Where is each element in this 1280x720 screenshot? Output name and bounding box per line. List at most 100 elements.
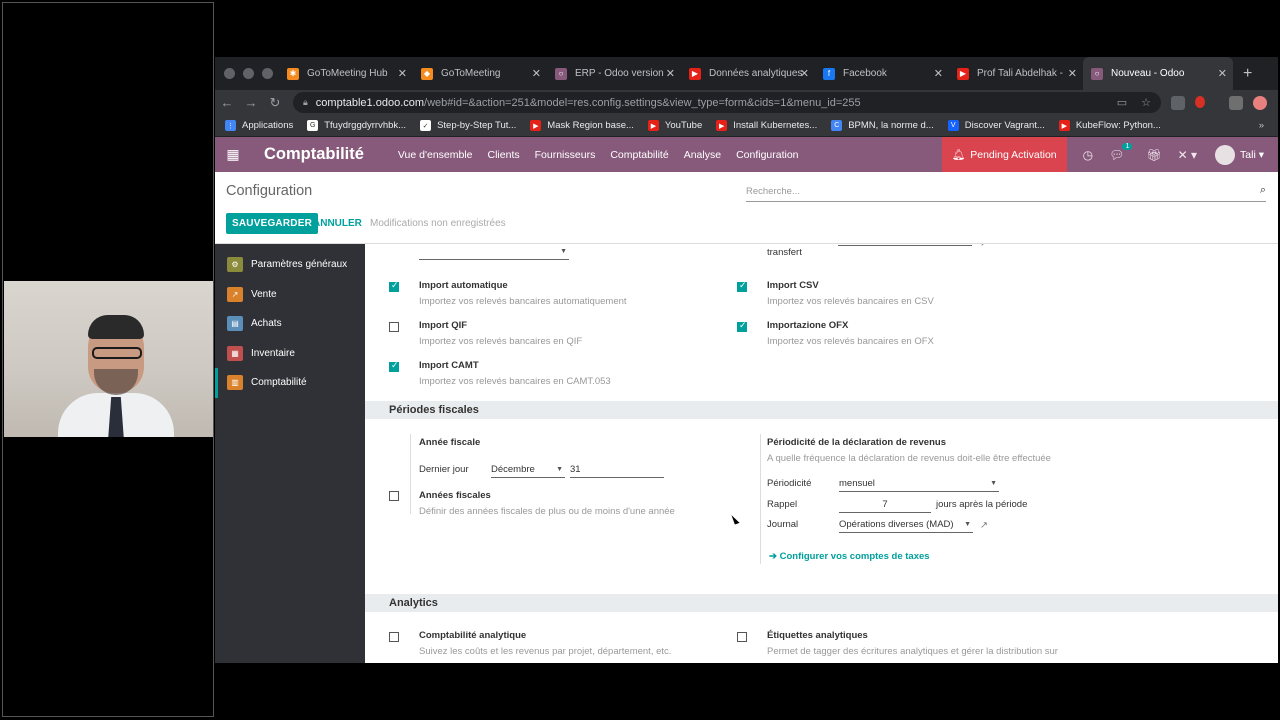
periodicity-select[interactable]: mensuel ▼ bbox=[839, 478, 999, 492]
sidebar-item[interactable]: ↗ Vente bbox=[215, 280, 365, 310]
bookmark-item[interactable]: ▶ Mask Region base... bbox=[530, 120, 634, 131]
partial-select[interactable]: ▼ bbox=[419, 246, 569, 260]
close-tab-icon[interactable]: ✕ bbox=[1068, 67, 1077, 80]
back-icon[interactable]: ← bbox=[215, 95, 239, 110]
browser-window: ✱ GoToMeeting Hub ✕ ◆ GoToMeeting ✕ ○ ERP - Odo… bbox=[215, 57, 1278, 663]
new-tab-button[interactable]: + bbox=[1243, 65, 1252, 83]
sidebar-item[interactable]: ⚙ Paramètres généraux bbox=[215, 250, 365, 280]
close-tab-icon[interactable]: ✕ bbox=[398, 67, 407, 80]
cast-icon[interactable]: ▭ bbox=[1117, 96, 1127, 109]
bookmark-item[interactable]: ✓ Step-by-Step Tut... bbox=[420, 120, 516, 131]
tab-label: Prof Tali Abdelhak - bbox=[977, 68, 1063, 79]
analytic-tags-checkbox[interactable] bbox=[737, 632, 747, 642]
url-bar[interactable]: 🔒︎ comptable1.odoo.com/web#id=&action=25… bbox=[293, 92, 1161, 113]
browser-tab[interactable]: ▶ Prof Tali Abdelhak - ✕ bbox=[949, 57, 1083, 90]
external-link-icon[interactable]: ↗ bbox=[980, 244, 988, 249]
unsaved-status: Modifications non enregistrées bbox=[370, 218, 506, 229]
chat-icon[interactable]: 💬︎ 1 bbox=[1109, 142, 1133, 162]
import-ofx-checkbox[interactable] bbox=[737, 320, 747, 332]
close-tab-icon[interactable]: ✕ bbox=[934, 67, 943, 80]
settings-content: ▼ transfert ↗ Import automatique Importez… bbox=[365, 244, 1278, 663]
bookmark-item[interactable]: ▶ KubeFlow: Python... bbox=[1058, 120, 1161, 131]
close-tab-icon[interactable]: ✕ bbox=[532, 67, 541, 80]
browser-tab[interactable]: ✱ GoToMeeting Hub ✕ bbox=[279, 57, 413, 90]
user-menu[interactable]: Tali ▾ bbox=[1240, 149, 1264, 161]
top-menu-item[interactable]: Fournisseurs bbox=[535, 149, 596, 161]
fiscal-years-checkbox[interactable] bbox=[389, 491, 399, 501]
extension-icon[interactable] bbox=[1171, 95, 1185, 110]
gift-icon[interactable]: 🎁︎ bbox=[1146, 148, 1161, 162]
browser-tab[interactable]: ○ ERP - Odoo version ✕ bbox=[547, 57, 681, 90]
tab-favicon-icon: ○ bbox=[555, 67, 567, 80]
browser-tab[interactable]: ○ Nouveau - Odoo ✕ bbox=[1083, 57, 1233, 90]
tab-label: ERP - Odoo version bbox=[575, 68, 664, 79]
sidebar-item[interactable]: ▤ Achats bbox=[215, 309, 365, 339]
extension-icon[interactable] bbox=[1195, 95, 1205, 108]
sidebar-item[interactable]: ▥ Comptabilité bbox=[215, 368, 365, 398]
close-tab-icon[interactable]: ✕ bbox=[800, 67, 809, 80]
pending-activation-button[interactable]: 🔔︎ Pending Activation bbox=[941, 137, 1067, 172]
tab-favicon-icon: ✱ bbox=[287, 67, 299, 80]
bookmark-item[interactable]: C BPMN, la norme d... bbox=[831, 120, 934, 131]
app-icon: ▥ bbox=[227, 375, 243, 391]
cancel-button[interactable]: ANNULER bbox=[313, 218, 362, 229]
top-menu-item[interactable]: Clients bbox=[488, 149, 520, 161]
top-menu-item[interactable]: Configuration bbox=[736, 149, 798, 161]
import-auto-checkbox[interactable] bbox=[389, 280, 399, 292]
bell-icon: 🔔︎ bbox=[951, 149, 966, 161]
fiscal-years-label: Années fiscales bbox=[419, 490, 491, 501]
analytic-tags-desc: Permet de tagger des écritures analytiqu… bbox=[767, 646, 1058, 657]
reload-icon[interactable]: ↻ bbox=[263, 95, 287, 111]
top-menu-item[interactable]: Vue d'ensemble bbox=[398, 149, 473, 161]
journal-select[interactable]: Opérations diverses (MAD) ▼ bbox=[839, 519, 973, 533]
browser-tab[interactable]: ▶ Données analytiques ✕ bbox=[681, 57, 815, 90]
reminder-input[interactable]: 7 bbox=[839, 499, 931, 513]
avatar[interactable] bbox=[1215, 144, 1236, 165]
bookmark-favicon-icon: V bbox=[947, 120, 959, 131]
profile-icon[interactable] bbox=[1253, 95, 1267, 110]
screen: ✱ GoToMeeting Hub ✕ ◆ GoToMeeting ✕ ○ ERP - Odo… bbox=[0, 0, 1280, 720]
window-controls[interactable] bbox=[215, 68, 279, 79]
configure-tax-accounts-link[interactable]: ➔ Configurer vos comptes de taxes bbox=[769, 551, 930, 562]
bookmark-item[interactable]: G Tfuydrggdyrrvhbk... bbox=[307, 120, 406, 131]
close-tab-icon[interactable]: ✕ bbox=[1218, 67, 1227, 80]
debug-tools-icon[interactable]: ✕ ▾ bbox=[1178, 148, 1197, 162]
browser-tab[interactable]: f Facebook ✕ bbox=[815, 57, 949, 90]
analytic-accounting-checkbox[interactable] bbox=[389, 632, 399, 642]
save-button[interactable]: SAUVEGARDER bbox=[226, 213, 318, 234]
app-brand[interactable]: Comptabilité bbox=[264, 145, 364, 164]
lock-icon: 🔒︎ bbox=[303, 97, 308, 107]
bookmark-item[interactable]: ▶ Install Kubernetes... bbox=[716, 120, 817, 131]
month-select[interactable]: Décembre ▼ bbox=[491, 464, 565, 478]
reminder-suffix: jours après la période bbox=[936, 499, 1028, 510]
bookmark-item[interactable]: ⋮ Applications bbox=[225, 120, 293, 131]
bookmark-favicon-icon: ✓ bbox=[420, 120, 432, 131]
analytics-section: Analytics bbox=[365, 594, 1278, 612]
import-csv-checkbox[interactable] bbox=[737, 280, 747, 292]
fiscal-periods-section: Périodes fiscales bbox=[365, 401, 1278, 419]
apps-grid-icon[interactable]: ▦ bbox=[215, 146, 251, 163]
bookmarks-more-icon[interactable]: » bbox=[1259, 120, 1264, 131]
external-link-icon[interactable]: ↗ bbox=[980, 520, 988, 531]
search-icon[interactable]: ⌕ bbox=[1260, 184, 1266, 197]
top-menu-item[interactable]: Analyse bbox=[684, 149, 721, 161]
import-camt-checkbox[interactable] bbox=[389, 360, 399, 372]
divider bbox=[410, 434, 411, 514]
tab-favicon-icon: ◆ bbox=[421, 67, 433, 80]
app-icon: ⚙ bbox=[227, 257, 243, 273]
browser-tab[interactable]: ◆ GoToMeeting ✕ bbox=[413, 57, 547, 90]
tab-favicon-icon: ▶ bbox=[957, 67, 969, 80]
top-menu-item[interactable]: Comptabilité bbox=[610, 149, 668, 161]
bookmark-item[interactable]: ▶ YouTube bbox=[647, 120, 702, 131]
import-qif-checkbox[interactable] bbox=[389, 322, 399, 332]
day-input[interactable]: 31 bbox=[570, 464, 664, 478]
search-input[interactable]: Recherche... ⌕ bbox=[746, 182, 1266, 202]
extension-icon[interactable] bbox=[1229, 95, 1243, 110]
bookmark-item[interactable]: V Discover Vagrant... bbox=[947, 120, 1045, 131]
close-tab-icon[interactable]: ✕ bbox=[666, 67, 675, 80]
partial-transfer-field[interactable] bbox=[838, 244, 972, 246]
forward-icon[interactable]: → bbox=[239, 95, 263, 110]
clock-icon[interactable]: ◷ bbox=[1083, 148, 1093, 162]
bookmark-star-icon[interactable]: ☆ bbox=[1141, 96, 1151, 109]
sidebar-item[interactable]: ▦ Inventaire bbox=[215, 339, 365, 369]
